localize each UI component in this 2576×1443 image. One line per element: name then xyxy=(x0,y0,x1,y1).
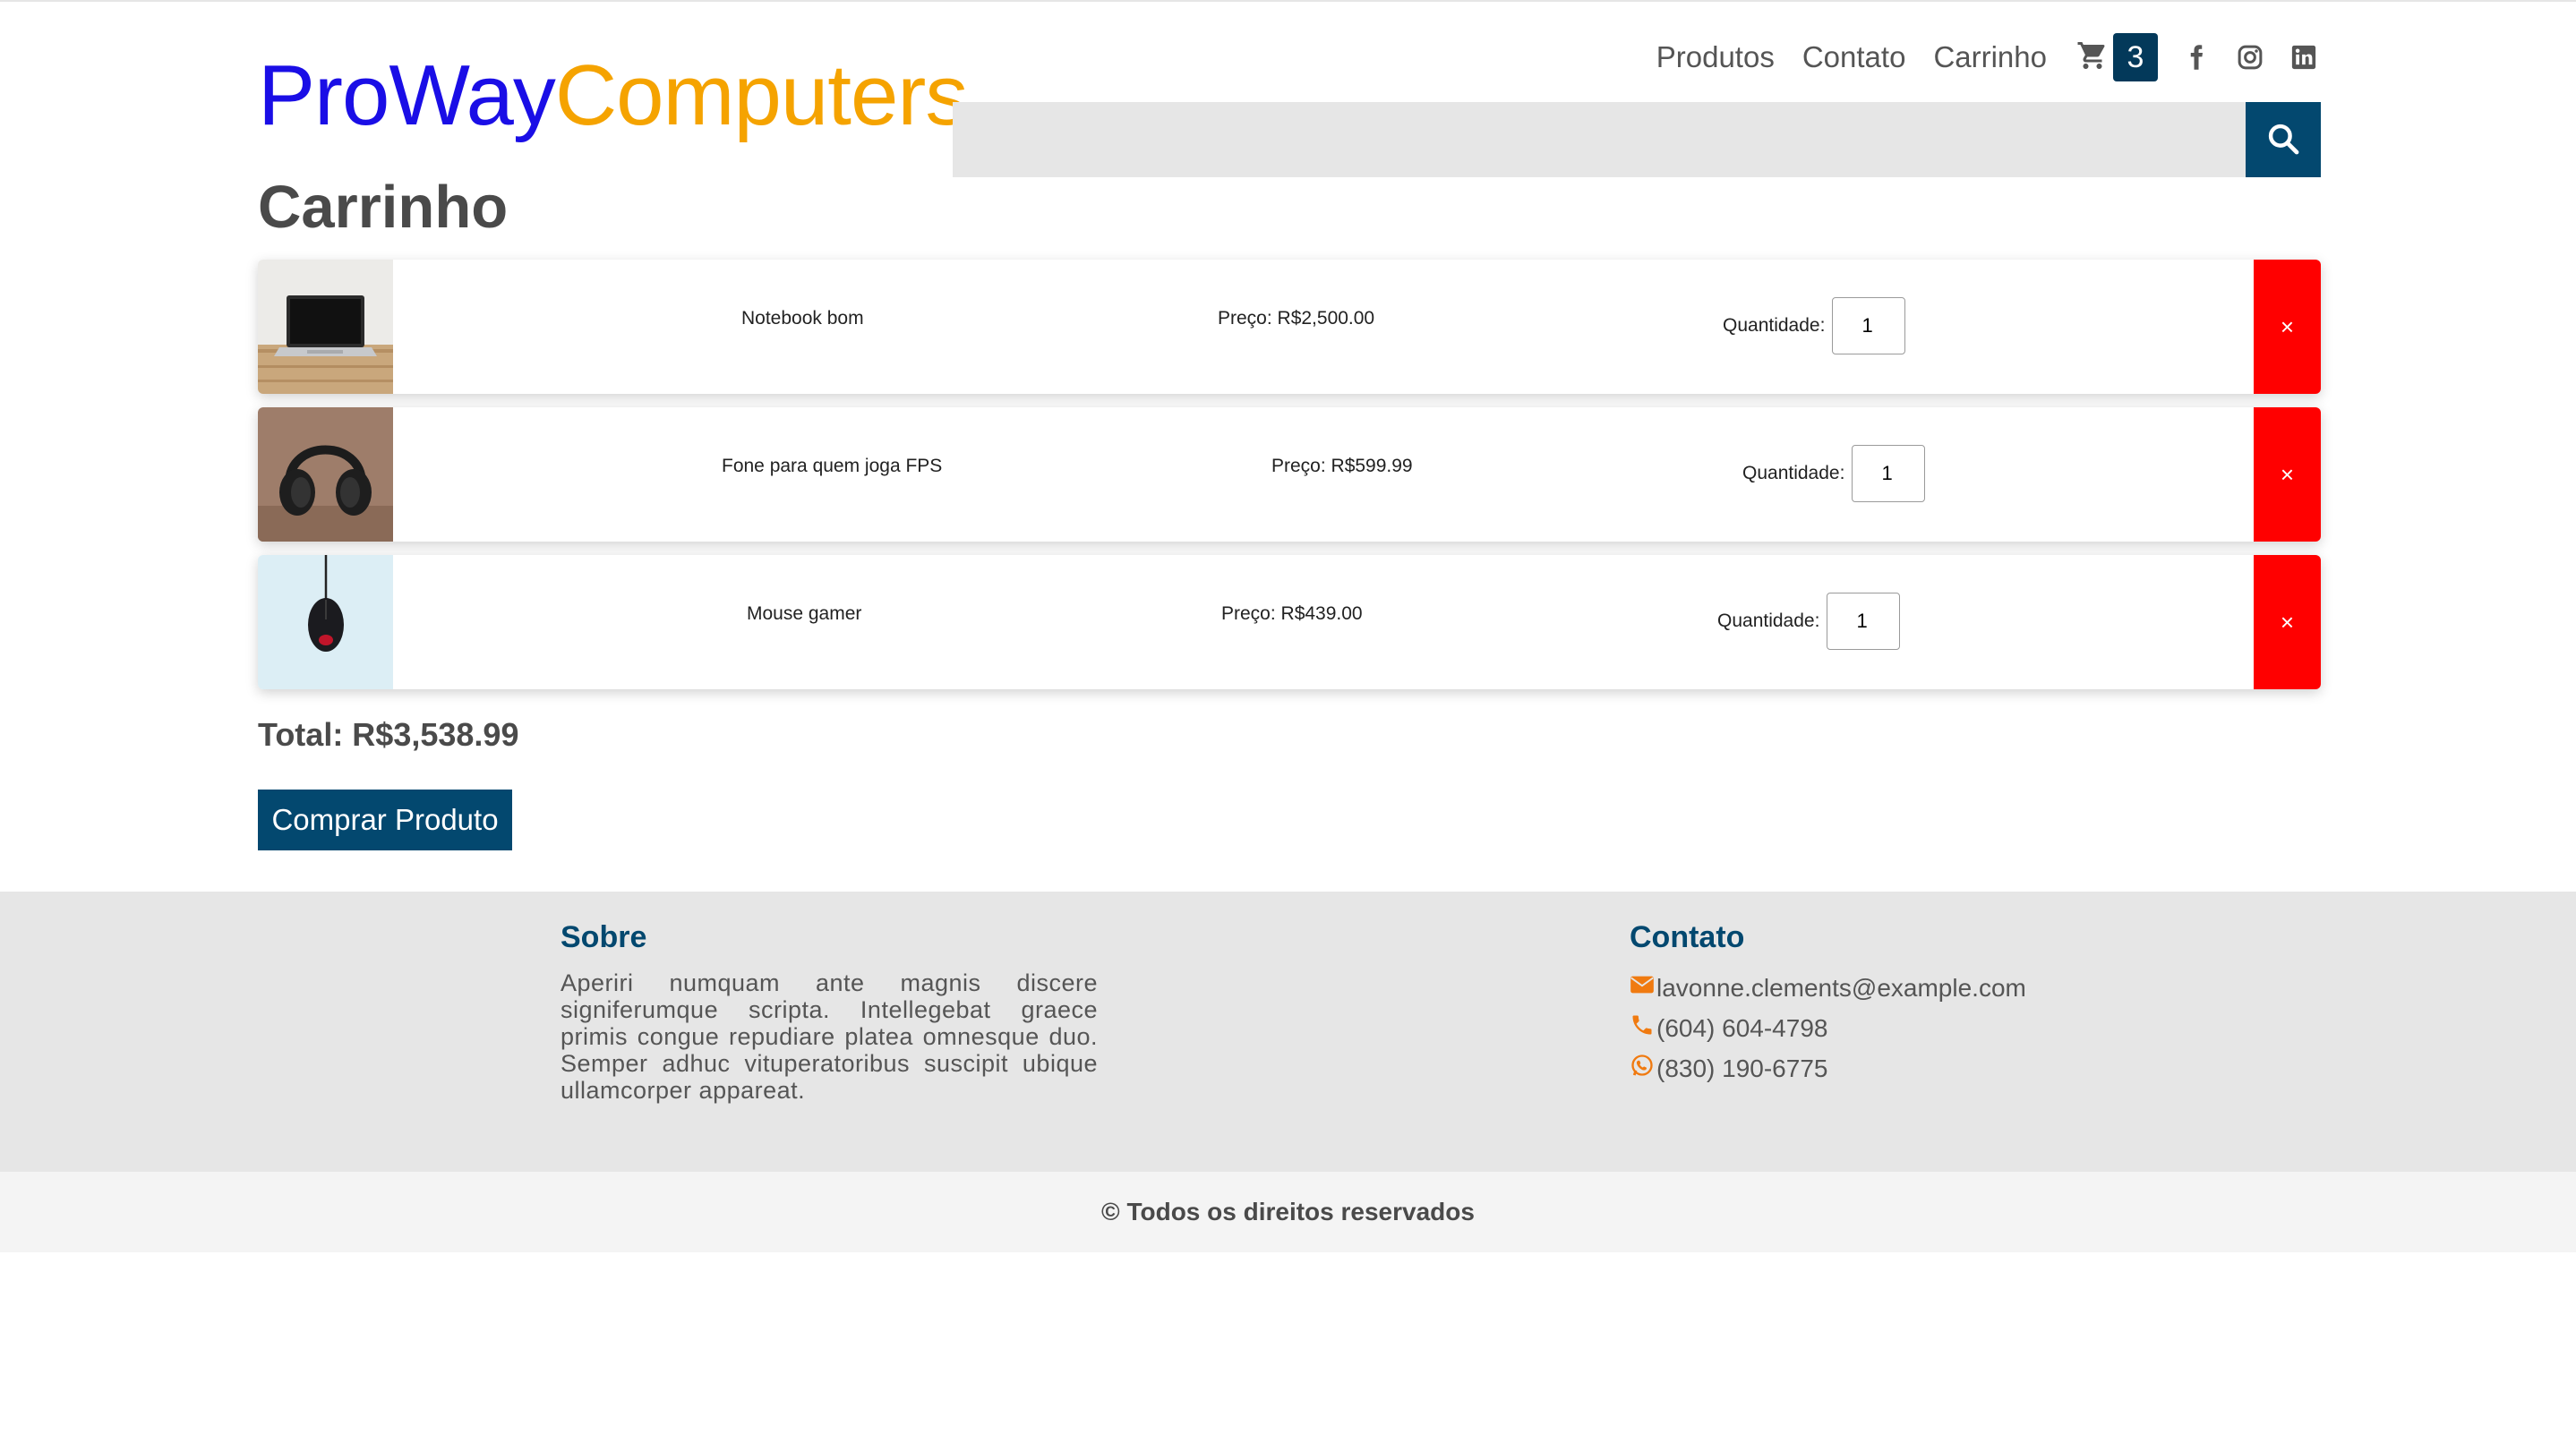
cart-count-badge: 3 xyxy=(2113,33,2158,81)
copyright-text: © Todos os direitos reservados xyxy=(1101,1198,1475,1225)
quantity-control: Quantidade: xyxy=(1717,593,1901,650)
linkedin-icon[interactable] xyxy=(2289,42,2319,73)
mouse-thumbnail[interactable] xyxy=(258,555,393,689)
footer-about-title: Sobre xyxy=(561,920,647,954)
quantity-input[interactable] xyxy=(1827,593,1901,650)
nav-link-contact[interactable]: Contato xyxy=(1802,40,1906,74)
phone-icon xyxy=(1630,1012,1656,1044)
footer-about-text: Aperiri numquam ante magnis discere sign… xyxy=(561,969,1098,1104)
item-price: Preço: R$439.00 xyxy=(1221,603,1363,624)
cart-icon xyxy=(2075,39,2110,76)
search-input[interactable] xyxy=(953,102,2246,177)
cart-button[interactable]: 3 xyxy=(2075,33,2158,81)
cart-items-list: Notebook bom Preço: R$2,500.00 Quantidad… xyxy=(258,260,2321,703)
item-price: Preço: R$2,500.00 xyxy=(1218,308,1375,329)
remove-item-button[interactable]: × xyxy=(2254,260,2321,394)
close-icon: × xyxy=(2280,312,2295,340)
search-button[interactable] xyxy=(2246,102,2321,177)
contact-phone-text: (604) 604-4798 xyxy=(1656,1013,1828,1042)
cart-total: Total: R$3,538.99 xyxy=(258,716,519,753)
top-border xyxy=(0,0,2576,2)
quantity-label: Quantidade: xyxy=(1717,610,1820,631)
whatsapp-icon xyxy=(1630,1053,1656,1084)
remove-item-button[interactable]: × xyxy=(2254,407,2321,542)
search-icon xyxy=(2266,122,2300,158)
notebook-thumbnail[interactable] xyxy=(258,260,393,394)
contact-email[interactable]: lavonne.clements@example.com xyxy=(1630,972,2026,1003)
quantity-control: Quantidade: xyxy=(1742,445,1926,502)
page-title: Carrinho xyxy=(258,174,509,241)
item-price: Preço: R$599.99 xyxy=(1271,456,1413,476)
quantity-input[interactable] xyxy=(1852,445,1926,502)
contact-phone[interactable]: (604) 604-4798 xyxy=(1630,1012,1827,1044)
contact-whatsapp-text: (830) 190-6775 xyxy=(1656,1054,1828,1082)
brand-logo[interactable]: ProWayComputers xyxy=(258,47,968,145)
buy-button[interactable]: Comprar Produto xyxy=(258,790,512,850)
main-nav: Produtos Contato Carrinho 3 xyxy=(1629,32,2319,82)
item-name: Fone para quem joga FPS xyxy=(722,456,943,476)
footer xyxy=(0,892,2576,1172)
remove-item-button[interactable]: × xyxy=(2254,555,2321,689)
facebook-icon[interactable] xyxy=(2181,42,2212,73)
instagram-icon[interactable] xyxy=(2235,42,2265,73)
nav-link-products[interactable]: Produtos xyxy=(1656,40,1775,74)
item-name: Mouse gamer xyxy=(747,603,862,624)
close-icon: × xyxy=(2280,608,2295,636)
headphones-thumbnail[interactable] xyxy=(258,407,393,542)
contact-whatsapp[interactable]: (830) 190-6775 xyxy=(1630,1053,1827,1084)
item-name: Notebook bom xyxy=(741,308,864,329)
contact-email-text: lavonne.clements@example.com xyxy=(1656,973,2026,1002)
brand-logo-part2: Computers xyxy=(554,47,968,143)
quantity-label: Quantidade: xyxy=(1723,315,1826,336)
quantity-label: Quantidade: xyxy=(1742,463,1845,483)
copyright-bar: © Todos os direitos reservados xyxy=(0,1172,2576,1252)
brand-logo-part1: ProWay xyxy=(258,47,556,143)
cart-item: Fone para quem joga FPS Preço: R$599.99 … xyxy=(258,407,2321,542)
quantity-control: Quantidade: xyxy=(1723,297,1906,354)
cart-item: Notebook bom Preço: R$2,500.00 Quantidad… xyxy=(258,260,2321,394)
search-bar xyxy=(953,102,2321,177)
nav-link-cart[interactable]: Carrinho xyxy=(1933,40,2047,74)
cart-item: Mouse gamer Preço: R$439.00 Quantidade: … xyxy=(258,555,2321,689)
close-icon: × xyxy=(2280,460,2295,488)
footer-contact-title: Contato xyxy=(1630,920,1745,954)
envelope-icon xyxy=(1630,972,1656,1003)
quantity-input[interactable] xyxy=(1832,297,1906,354)
